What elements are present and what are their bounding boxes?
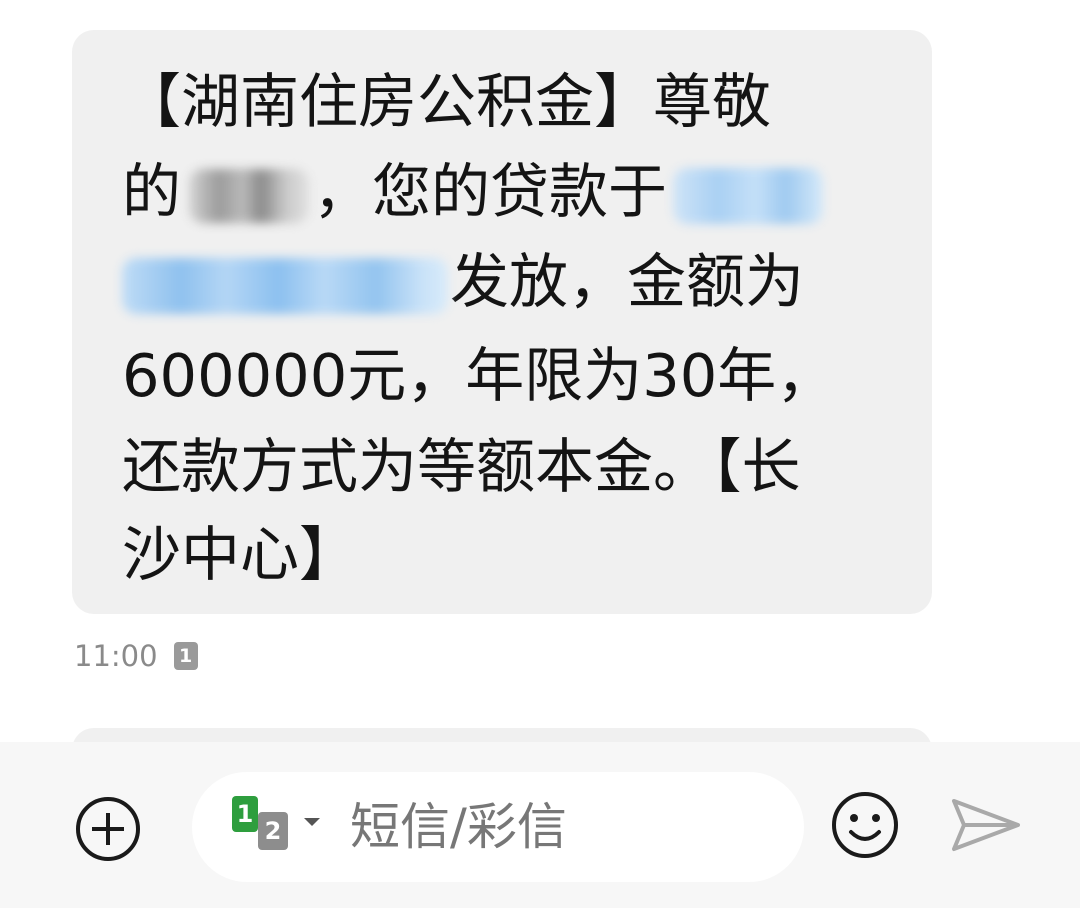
- conversation-screen: 【湖南住房公积金】尊敬 的，您的贷款于 发放，金额为 600000元，年限为30…: [0, 0, 1080, 908]
- message-line-4: 600000元，年限为30年，: [122, 341, 836, 410]
- message-line-3: 发放，金额为: [122, 252, 804, 314]
- paper-plane-icon[interactable]: [950, 796, 1022, 854]
- sim-1-icon: 1: [232, 796, 258, 832]
- message-line-1: 【湖南住房公积金】尊敬: [122, 67, 772, 136]
- message-input[interactable]: [350, 796, 750, 858]
- redacted-date-link-continued[interactable]: [122, 257, 448, 314]
- message-line-3-suffix: 发放，金额为: [450, 247, 805, 316]
- message-line-2: 的，您的贷款于: [122, 162, 824, 224]
- redacted-date-link[interactable]: [673, 167, 824, 224]
- message-line-5: 还款方式为等额本金。【长: [122, 432, 801, 501]
- redacted-name: [189, 168, 310, 223]
- caret-down-icon: [304, 818, 320, 826]
- sim-selector-button[interactable]: 1 2: [232, 796, 328, 856]
- sim-card-badge: 1: [173, 642, 198, 670]
- message-meta: 11:00 1: [74, 638, 198, 674]
- plus-circle-icon[interactable]: [74, 795, 142, 863]
- message-line-2-middle: ，您的贷款于: [313, 157, 668, 226]
- message-line-6: 沙中心】: [122, 520, 359, 589]
- message-line-2-prefix: 的: [122, 157, 182, 226]
- sim-2-icon: 2: [258, 812, 288, 850]
- smiley-icon[interactable]: [830, 790, 900, 860]
- message-time: 11:00: [74, 639, 158, 673]
